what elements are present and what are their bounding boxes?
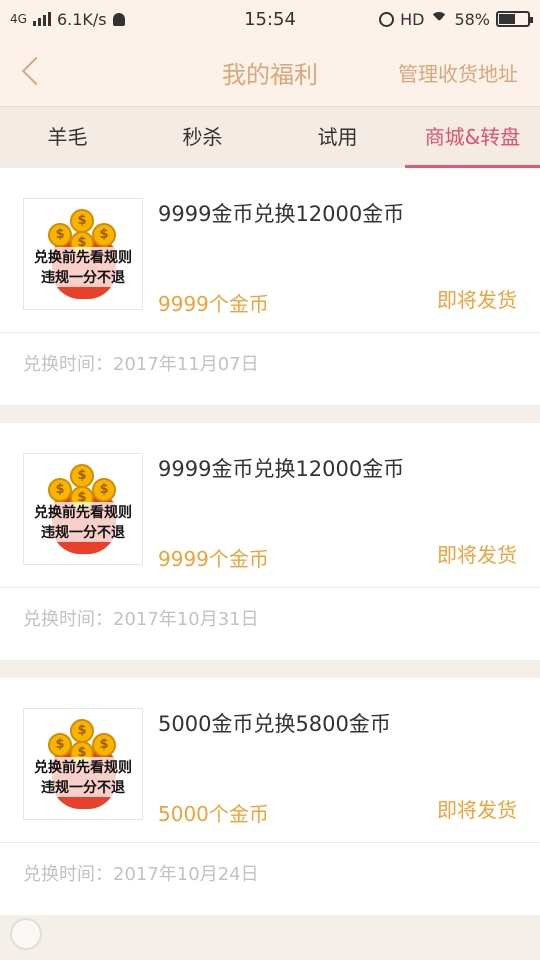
- thumbnail-text-rules: 兑换前先看规则: [24, 757, 142, 777]
- exchange-time: 兑换时间：2017年10月31日: [23, 609, 259, 630]
- watermark: [10, 918, 42, 950]
- item-price: 5000个金币: [158, 802, 269, 826]
- item-status: 即将发货: [437, 288, 517, 312]
- product-thumbnail: $ $ $ $ 兑换前先看规则 违规一分不退: [23, 708, 143, 820]
- item-title: 9999金币兑换12000金币: [158, 202, 405, 226]
- signal-icon: [32, 12, 51, 26]
- list-item-main: $ $ $ $ 兑换前先看规则 违规一分不退 9999金币兑换12000金币 9…: [0, 423, 540, 588]
- tab-wool[interactable]: 羊毛: [0, 107, 135, 168]
- manage-address-link[interactable]: 管理收货地址: [398, 58, 518, 87]
- notification-bell-icon: [112, 12, 125, 26]
- coins-image: $ $ $ $: [48, 205, 120, 255]
- hd-indicator: HD: [400, 9, 425, 29]
- item-title: 9999金币兑换12000金币: [158, 457, 405, 481]
- item-status: 即将发货: [437, 543, 517, 567]
- list-item[interactable]: $ $ $ $ 兑换前先看规则 违规一分不退 9999金币兑换12000金币 9…: [0, 168, 540, 405]
- tab-trial[interactable]: 试用: [270, 107, 405, 168]
- list-item-main: $ $ $ $ 兑换前先看规则 违规一分不退 9999金币兑换12000金币 9…: [0, 168, 540, 333]
- tab-flash-sale[interactable]: 秒杀: [135, 107, 270, 168]
- list-item-main: $ $ $ $ 兑换前先看规则 违规一分不退 5000金币兑换5800金币 50…: [0, 678, 540, 843]
- thumbnail-text-no-refund: 违规一分不退: [24, 267, 142, 287]
- item-price: 9999个金币: [158, 292, 269, 316]
- tab-mall-wheel[interactable]: 商城&转盘: [405, 107, 540, 168]
- list-item[interactable]: $ $ $ $ 兑换前先看规则 违规一分不退 5000金币兑换5800金币 50…: [0, 678, 540, 915]
- exchange-time: 兑换时间：2017年11月07日: [23, 354, 259, 375]
- coins-image: $ $ $ $: [48, 460, 120, 510]
- network-type: 4G: [10, 12, 27, 26]
- battery-icon: [496, 11, 533, 27]
- wifi-icon: [430, 12, 449, 26]
- exchange-time: 兑换时间：2017年10月24日: [23, 864, 259, 885]
- product-thumbnail: $ $ $ $ 兑换前先看规则 违规一分不退: [23, 453, 143, 565]
- battery-percent: 58%: [454, 9, 490, 29]
- nav-bar: 我的福利 管理收货地址: [0, 38, 540, 106]
- status-bar: 4G 6.1K/s 15:54 HD 58%: [0, 0, 540, 38]
- product-thumbnail: $ $ $ $ 兑换前先看规则 违规一分不退: [23, 198, 143, 310]
- thumbnail-text-no-refund: 违规一分不退: [24, 522, 142, 542]
- back-chevron-icon[interactable]: [18, 56, 48, 88]
- watermark-logo-icon: [10, 918, 42, 950]
- thumbnail-text-rules: 兑换前先看规则: [24, 247, 142, 267]
- network-speed: 6.1K/s: [56, 9, 107, 29]
- thumbnail-text-rules: 兑换前先看规则: [24, 502, 142, 522]
- item-title: 5000金币兑换5800金币: [158, 712, 391, 736]
- tab-bar: 羊毛 秒杀 试用 商城&转盘: [0, 106, 540, 168]
- alarm-icon: [379, 11, 395, 27]
- list-item[interactable]: $ $ $ $ 兑换前先看规则 违规一分不退 9999金币兑换12000金币 9…: [0, 423, 540, 660]
- reward-list: $ $ $ $ 兑换前先看规则 违规一分不退 9999金币兑换12000金币 9…: [0, 168, 540, 915]
- thumbnail-text-no-refund: 违规一分不退: [24, 777, 142, 797]
- coins-image: $ $ $ $: [48, 715, 120, 765]
- item-price: 9999个金币: [158, 547, 269, 571]
- item-status: 即将发货: [437, 798, 517, 822]
